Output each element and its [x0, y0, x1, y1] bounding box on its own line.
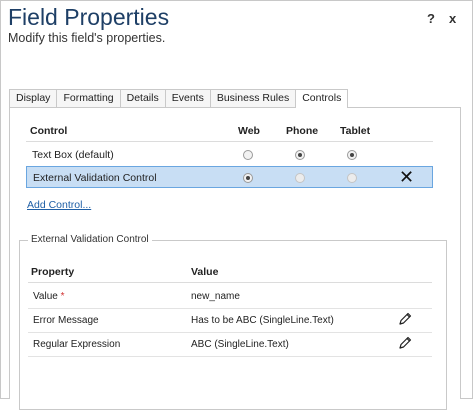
column-header-value: Value — [191, 266, 219, 278]
property-row-regular-expression[interactable]: Regular Expression ABC (SingleLine.Text) — [28, 332, 432, 357]
pencil-icon[interactable] — [397, 311, 413, 327]
control-name: External Validation Control — [33, 172, 157, 184]
column-header-web: Web — [238, 125, 260, 137]
tab-bar: Display Formatting Details Events Busine… — [9, 89, 349, 108]
dialog-subtitle: Modify this field's properties. — [8, 31, 166, 45]
phone-radio[interactable] — [295, 150, 305, 160]
delete-control-icon[interactable]: ✕ — [399, 167, 414, 188]
add-control-link[interactable]: Add Control... — [27, 199, 91, 211]
property-value: new_name — [191, 291, 240, 302]
tab-display[interactable]: Display — [9, 89, 58, 107]
property-row-value[interactable]: Value * new_name — [28, 284, 432, 309]
column-header-property: Property — [31, 266, 75, 278]
tablet-radio[interactable] — [347, 150, 357, 160]
column-header-control: Control — [30, 125, 68, 137]
property-value: ABC (SingleLine.Text) — [191, 339, 289, 350]
close-icon[interactable]: x — [449, 11, 456, 26]
control-name: Text Box (default) — [32, 149, 114, 161]
property-row-error-message[interactable]: Error Message Has to be ABC (SingleLine.… — [28, 308, 432, 333]
control-row-text-box[interactable]: Text Box (default) — [26, 143, 433, 167]
property-name: Error Message — [33, 315, 99, 326]
tab-formatting[interactable]: Formatting — [56, 89, 121, 107]
tab-details[interactable]: Details — [119, 89, 166, 107]
property-value: Has to be ABC (SingleLine.Text) — [191, 315, 334, 326]
property-name: Regular Expression — [33, 339, 121, 350]
controls-header-row: Control Web Phone Tablet — [26, 121, 433, 142]
required-marker: * — [60, 291, 65, 302]
properties-header-row: Property Value — [28, 262, 432, 283]
help-icon[interactable]: ? — [427, 11, 435, 26]
tablet-radio[interactable] — [347, 173, 357, 183]
column-header-tablet: Tablet — [340, 125, 371, 137]
column-header-phone: Phone — [286, 125, 319, 137]
properties-group-title: External Validation Control — [28, 234, 152, 245]
tab-events[interactable]: Events — [164, 89, 211, 107]
pencil-icon[interactable] — [397, 335, 413, 351]
property-name: Value * — [33, 291, 65, 302]
control-row-external-validation[interactable]: External Validation Control ✕ — [26, 166, 433, 188]
web-radio[interactable] — [243, 150, 253, 160]
dialog-title: Field Properties — [8, 4, 170, 30]
tab-business-rules[interactable]: Business Rules — [209, 89, 297, 107]
tab-controls[interactable]: Controls — [295, 89, 349, 108]
web-radio[interactable] — [243, 173, 253, 183]
phone-radio[interactable] — [295, 173, 305, 183]
